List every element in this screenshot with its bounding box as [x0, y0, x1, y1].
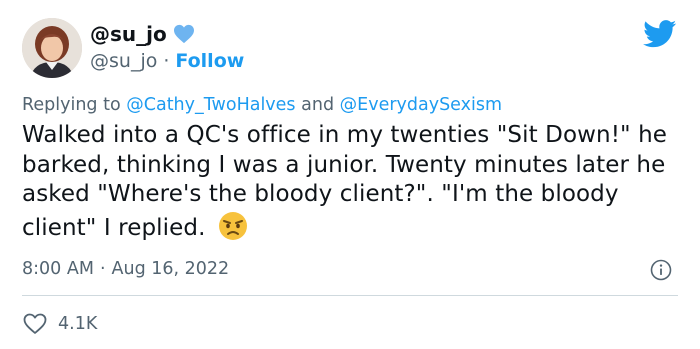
- author-display-name[interactable]: @su_jo: [90, 22, 167, 46]
- mention-cathy-twohalves[interactable]: @Cathy_TwoHalves: [126, 95, 295, 115]
- heart-outline-icon[interactable]: [22, 312, 48, 336]
- tweet-body: Walked into a QC's office in my twenties…: [22, 121, 682, 243]
- author-handle[interactable]: @su_jo: [90, 50, 157, 72]
- tweet-date[interactable]: Aug 16, 2022: [112, 259, 230, 279]
- replying-conjunction: and: [301, 95, 335, 115]
- tweet-time[interactable]: 8:00 AM: [22, 259, 94, 279]
- meta-separator: ·: [99, 259, 106, 279]
- author-handle-row: @su_jo · Follow: [90, 50, 244, 72]
- tweet-meta: 8:00 AM · Aug 16, 2022: [22, 259, 229, 279]
- replying-prefix: Replying to: [22, 95, 121, 115]
- follow-button[interactable]: Follow: [175, 50, 244, 72]
- divider: [22, 295, 678, 296]
- replying-to: Replying to @Cathy_TwoHalves and @Everyd…: [22, 95, 502, 115]
- info-icon[interactable]: [650, 259, 672, 281]
- likes-row: 4.1K: [22, 312, 97, 336]
- like-count[interactable]: 4.1K: [58, 314, 97, 334]
- mention-everydaysexism[interactable]: @EverydaySexism: [340, 95, 502, 115]
- twitter-bird-icon[interactable]: [643, 20, 677, 48]
- angry-face-icon: [217, 210, 249, 242]
- author-name-row: @su_jo: [90, 22, 195, 46]
- tweet-text: Walked into a QC's office in my twenties…: [22, 122, 668, 241]
- blue-heart-icon: [173, 24, 195, 44]
- avatar[interactable]: [22, 18, 82, 78]
- handle-separator: ·: [163, 50, 170, 72]
